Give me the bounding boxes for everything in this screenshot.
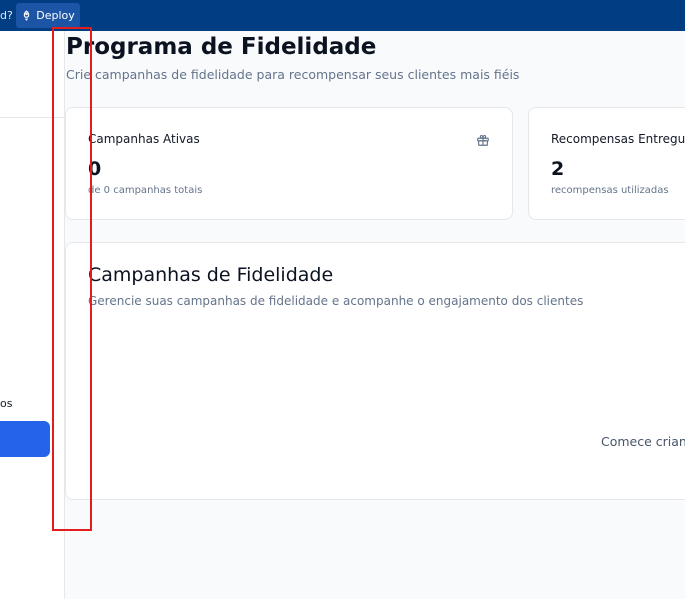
rocket-icon: [24, 10, 30, 21]
stat-card-rewards-delivered: Recompensas Entregues 2 recompensas util…: [528, 107, 685, 220]
sidebar-divider: [0, 117, 64, 118]
deploy-label: Deploy: [36, 9, 75, 22]
campaigns-title: Campanhas de Fidelidade: [88, 264, 334, 286]
campaigns-subtitle: Gerencie suas campanhas de fidelidade e …: [88, 294, 584, 308]
stat-title: Campanhas Ativas: [88, 132, 200, 146]
stat-card-active-campaigns: Campanhas Ativas 0 de 0 campanhas totais: [65, 107, 513, 220]
stat-description: recompensas utilizadas: [551, 185, 669, 196]
stat-value: 2: [551, 158, 565, 180]
stat-title: Recompensas Entregues: [551, 132, 685, 146]
page-subtitle: Crie campanhas de fidelidade para recomp…: [66, 67, 520, 82]
gift-icon: [476, 132, 490, 146]
sidebar-item-label: os: [0, 397, 13, 410]
deploy-button[interactable]: Deploy: [16, 3, 80, 28]
sidebar-active-item[interactable]: [0, 421, 50, 457]
topbar-cut-text: d?: [0, 9, 13, 22]
empty-state-text: Comece criando: [601, 434, 685, 449]
campaigns-card: Campanhas de Fidelidade Gerencie suas ca…: [65, 242, 685, 500]
sidebar: os: [0, 31, 65, 599]
stat-description: de 0 campanhas totais: [88, 185, 203, 196]
page-title: Programa de Fidelidade: [66, 34, 377, 60]
top-bar: d? Deploy: [0, 0, 685, 31]
stat-value: 0: [88, 158, 102, 180]
